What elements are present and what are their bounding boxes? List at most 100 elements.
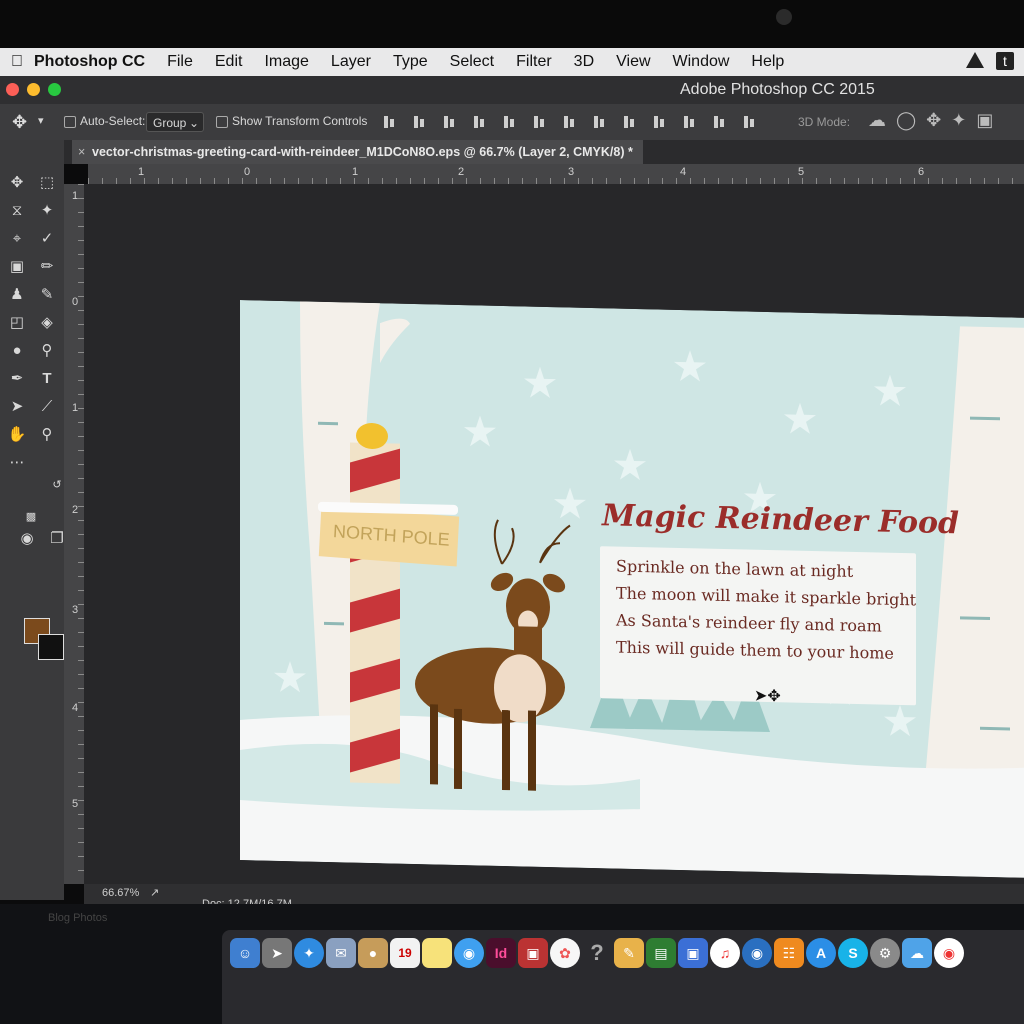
background-color-swatch[interactable]	[38, 634, 64, 660]
adobe-cc-icon[interactable]: t	[996, 52, 1014, 70]
zoom-window-button[interactable]	[48, 83, 61, 96]
help-icon[interactable]: ?	[582, 938, 612, 968]
align-hcenter-icon[interactable]	[500, 114, 522, 130]
close-window-button[interactable]	[6, 83, 19, 96]
system-preferences-icon[interactable]: ⚙	[870, 938, 900, 968]
launchpad-icon[interactable]: ➤	[262, 938, 292, 968]
menu-window[interactable]: Window	[673, 53, 730, 71]
zoom-level[interactable]: 66.67%	[102, 887, 139, 899]
brush-tool-icon[interactable]: ✏	[34, 256, 60, 278]
keynote-icon[interactable]: ▣	[678, 938, 708, 968]
align-vcenter-icon[interactable]	[410, 114, 432, 130]
chevron-down-icon[interactable]: ▾	[38, 114, 44, 127]
align-left-icon[interactable]	[470, 114, 492, 130]
ruler-label: 6	[918, 166, 925, 178]
finder-icon[interactable]: ☺	[230, 938, 260, 968]
align-right-icon[interactable]	[530, 114, 552, 130]
skype-icon[interactable]: S	[838, 938, 868, 968]
messages-icon[interactable]: ◉	[454, 938, 484, 968]
align-bottom-icon[interactable]	[440, 114, 462, 130]
desktop-folder-label[interactable]: Blog Photos	[48, 912, 107, 924]
menu-image[interactable]: Image	[264, 53, 308, 71]
default-colors-icon[interactable]: ▩	[18, 506, 44, 528]
lasso-tool-icon[interactable]: ⧖	[4, 200, 30, 222]
menu-filter[interactable]: Filter	[516, 53, 552, 71]
mail-icon[interactable]: ✉	[326, 938, 356, 968]
calendar-icon[interactable]: 19	[390, 938, 420, 968]
safari-icon[interactable]: ✦	[294, 938, 324, 968]
paint-bucket-tool-icon[interactable]: ◈	[34, 312, 60, 334]
itunes-icon[interactable]: ♫	[710, 938, 740, 968]
pages-icon[interactable]: ✎	[614, 938, 644, 968]
crop-tool-icon[interactable]: ⌖	[4, 228, 30, 250]
menu-edit[interactable]: Edit	[215, 53, 243, 71]
orbit-3d-icon[interactable]: ☁	[868, 110, 886, 131]
ruler-label: 1	[352, 166, 359, 178]
document-tab[interactable]: × vector-christmas-greeting-card-with-re…	[72, 140, 643, 164]
line-tool-icon[interactable]: ⟋	[34, 396, 60, 418]
zoom-tool-icon[interactable]: ⚲	[34, 424, 60, 446]
menu-3d[interactable]: 3D	[574, 53, 594, 71]
app-store-icon[interactable]: A	[806, 938, 836, 968]
pen-tool-icon[interactable]: ✒	[4, 368, 30, 390]
eyedropper-tool-icon[interactable]: ✓	[34, 228, 60, 250]
move-tool-icon[interactable]: ✥	[4, 172, 30, 194]
video-camera-icon[interactable]: ▣	[976, 110, 993, 131]
magic-wand-tool-icon[interactable]: ✦	[34, 200, 60, 222]
notes-icon[interactable]	[422, 938, 452, 968]
drag-3d-icon[interactable]: ✥	[926, 110, 941, 131]
menu-view[interactable]: View	[616, 53, 650, 71]
share-icon[interactable]: ↗	[150, 886, 159, 899]
menu-file[interactable]: File	[167, 53, 193, 71]
close-tab-icon[interactable]: ×	[78, 140, 85, 164]
maps-icon[interactable]: ◉	[742, 938, 772, 968]
ruler-label: 2	[72, 504, 79, 516]
google-drive-icon[interactable]	[966, 52, 984, 68]
horizontal-ruler[interactable]: 1 0 1 2 3 4 5 6	[88, 164, 1024, 184]
app-menu[interactable]: Photoshop CC	[34, 53, 145, 71]
roll-3d-icon[interactable]: ◯	[896, 110, 916, 131]
distribute-hcenter-icon[interactable]	[680, 114, 702, 130]
apple-menu-icon[interactable]: 	[0, 53, 34, 71]
minimize-window-button[interactable]	[27, 83, 40, 96]
distribute-vcenter-icon[interactable]	[590, 114, 612, 130]
contacts-icon[interactable]: ●	[358, 938, 388, 968]
distribute-left-icon[interactable]	[650, 114, 672, 130]
dodge-tool-icon[interactable]: ⚲	[34, 340, 60, 362]
distribute-bottom-icon[interactable]	[620, 114, 642, 130]
numbers-icon[interactable]: ▤	[646, 938, 676, 968]
marquee-tool-icon[interactable]: ⬚	[34, 172, 60, 194]
eraser-tool-icon[interactable]: ◰	[4, 312, 30, 334]
align-top-icon[interactable]	[380, 114, 402, 130]
quick-mask-icon[interactable]: ◉	[14, 528, 40, 550]
more-tools-icon[interactable]: ⋯	[4, 452, 30, 474]
document-canvas[interactable]: Magic Reindeer Food NORTH POLE Sprinkle …	[240, 300, 1024, 878]
move-tool-preset-icon[interactable]: ✥	[12, 112, 27, 133]
clone-stamp-tool-icon[interactable]: ♟	[4, 284, 30, 306]
auto-select-checkbox[interactable]: Auto-Select:	[64, 114, 145, 128]
webcam	[776, 9, 792, 25]
menu-help[interactable]: Help	[751, 53, 784, 71]
hand-tool-icon[interactable]: ✋	[4, 424, 30, 446]
distribute-top-icon[interactable]	[560, 114, 582, 130]
menu-select[interactable]: Select	[450, 53, 494, 71]
menu-type[interactable]: Type	[393, 53, 428, 71]
menu-layer[interactable]: Layer	[331, 53, 371, 71]
photos-icon[interactable]: ✿	[550, 938, 580, 968]
photobooth-icon[interactable]: ▣	[518, 938, 548, 968]
healing-brush-tool-icon[interactable]: ▣	[4, 256, 30, 278]
ibooks-icon[interactable]: ☷	[774, 938, 804, 968]
vertical-ruler[interactable]: 1 0 1 2 3 4 5	[64, 184, 84, 884]
blur-tool-icon[interactable]: ●	[4, 340, 30, 362]
path-selection-tool-icon[interactable]: ➤	[4, 396, 30, 418]
slide-3d-icon[interactable]: ✦	[951, 110, 966, 131]
history-brush-tool-icon[interactable]: ✎	[34, 284, 60, 306]
auto-select-dropdown[interactable]: Group ⌄	[146, 112, 204, 132]
distribute-right-icon[interactable]	[710, 114, 732, 130]
indesign-icon[interactable]: Id	[486, 938, 516, 968]
cloud-icon[interactable]: ☁	[902, 938, 932, 968]
type-tool-icon[interactable]: T	[34, 368, 60, 390]
auto-align-icon[interactable]	[740, 114, 762, 130]
chrome-icon[interactable]: ◉	[934, 938, 964, 968]
show-transform-checkbox[interactable]: Show Transform Controls	[216, 114, 367, 128]
